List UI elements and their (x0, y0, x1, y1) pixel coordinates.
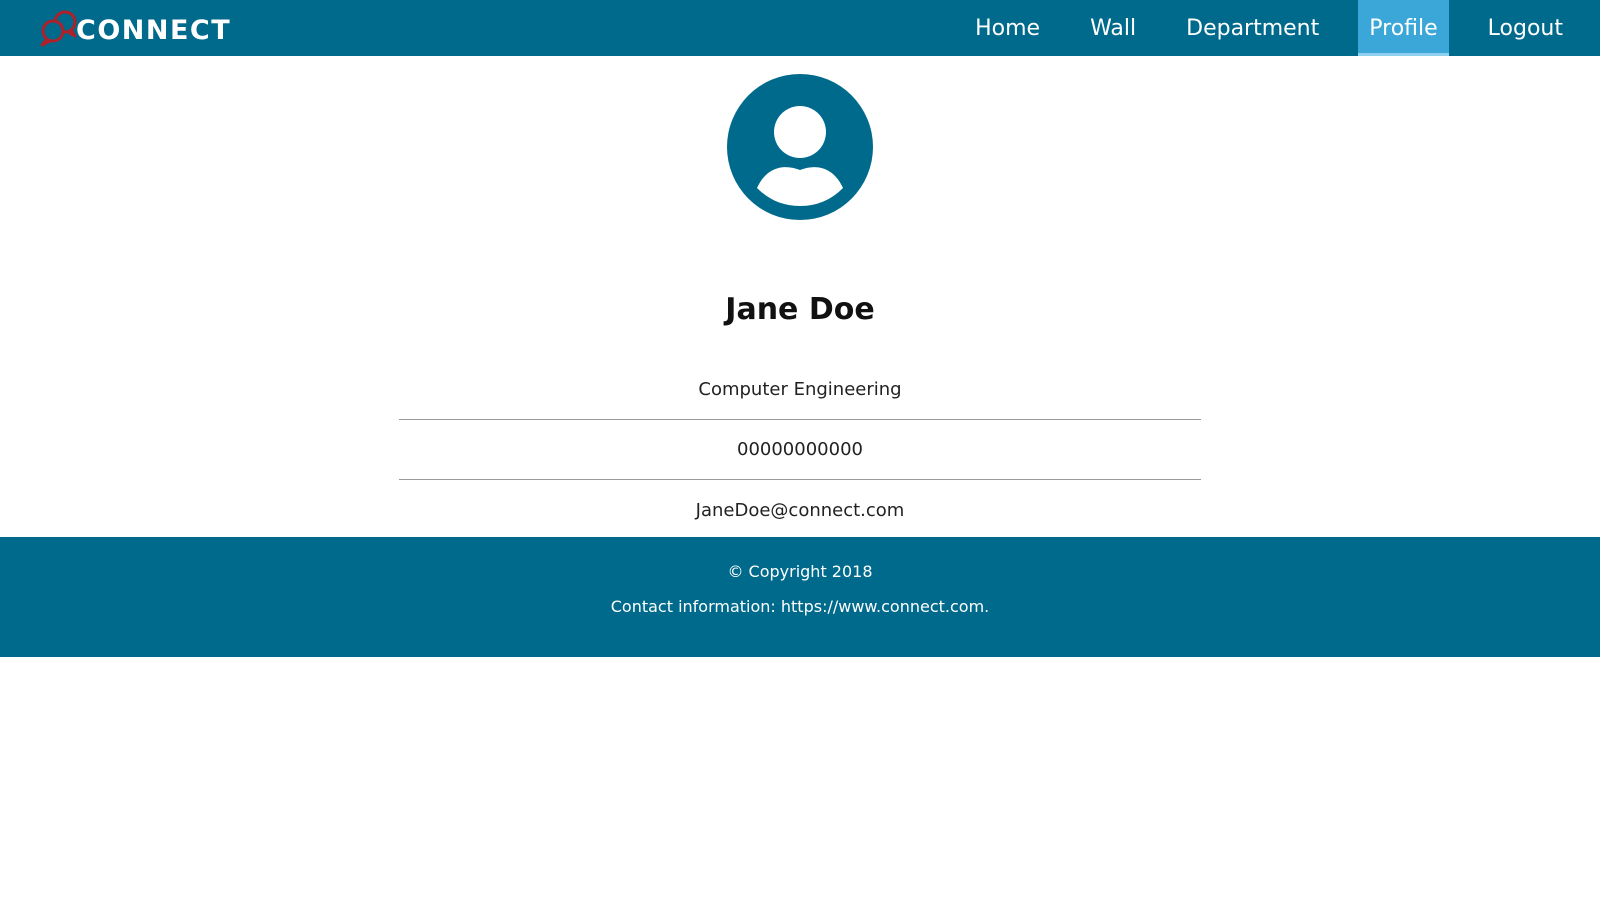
chat-bubbles-icon (40, 10, 77, 47)
page-footer: © Copyright 2018 Contact information: ht… (0, 537, 1600, 657)
footer-copyright: © Copyright 2018 (727, 562, 873, 581)
profile-phone: 00000000000 (399, 420, 1201, 480)
profile-department: Computer Engineering (399, 360, 1201, 420)
profile-email: JaneDoe@connect.com (695, 499, 905, 521)
brand-logo[interactable]: CONNECT (38, 6, 231, 50)
avatar (727, 74, 873, 220)
footer-contact: Contact information: https://www.connect… (610, 597, 990, 616)
nav-logout[interactable]: Logout (1477, 0, 1574, 56)
profile-info-list: Computer Engineering 00000000000 JaneDoe… (399, 360, 1201, 540)
nav-department[interactable]: Department (1175, 0, 1330, 56)
user-avatar-icon (727, 74, 873, 220)
nav-profile[interactable]: Profile (1358, 0, 1450, 56)
profile-name: Jane Doe (725, 292, 875, 327)
nav-home[interactable]: Home (964, 0, 1051, 56)
brand-name: CONNECT (76, 14, 232, 46)
main-nav: Home Wall Department Profile Logout (936, 0, 1600, 56)
nav-wall[interactable]: Wall (1079, 0, 1147, 56)
top-navbar: CONNECT Home Wall Department Profile Log… (0, 0, 1600, 56)
